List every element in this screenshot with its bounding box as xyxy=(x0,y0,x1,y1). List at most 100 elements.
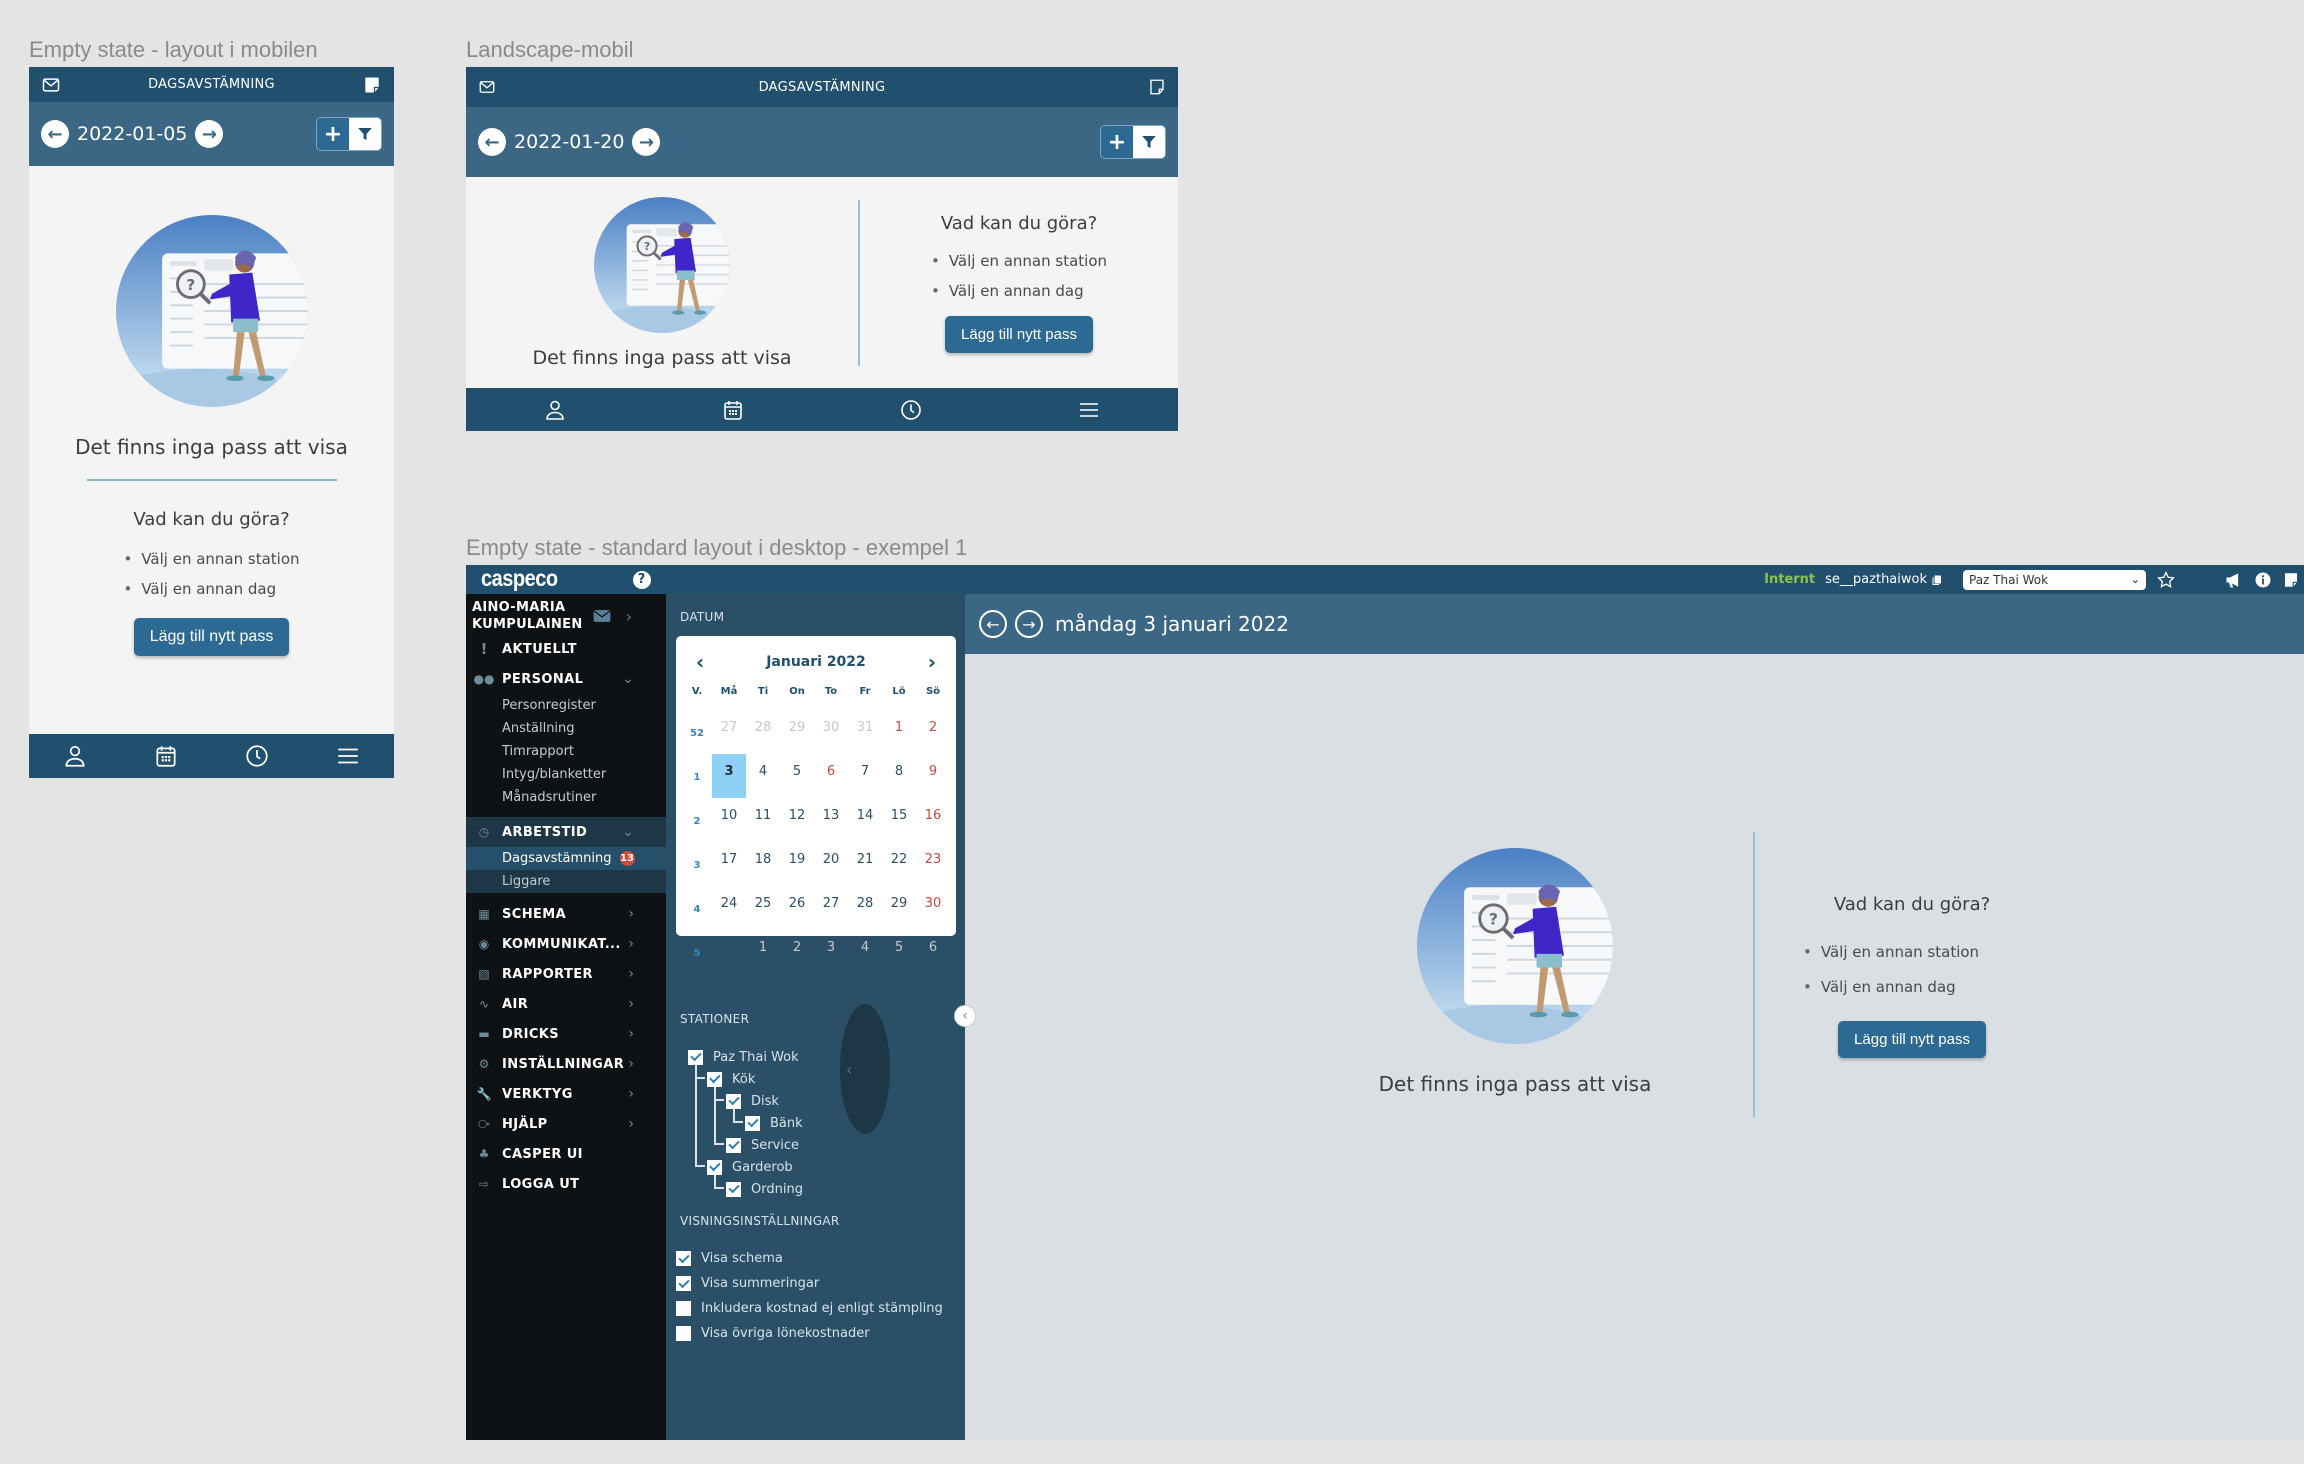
station-checkbox[interactable] xyxy=(707,1071,722,1087)
sidebar-subitem-manadsrutiner[interactable]: Månadsrutiner xyxy=(466,786,666,809)
previous-month-button[interactable]: ‹ xyxy=(696,650,704,674)
week-number[interactable]: 1 xyxy=(682,754,712,798)
messages-icon[interactable] xyxy=(592,606,612,626)
sidebar-item-kommunikation[interactable]: ◉ KOMMUNIKAT... › xyxy=(466,929,666,959)
sidebar-item-installningar[interactable]: ⚙ INSTÄLLNINGAR › xyxy=(466,1049,666,1079)
station-checkbox[interactable] xyxy=(726,1181,741,1197)
calendar-day[interactable]: 16 xyxy=(916,798,950,842)
megaphone-icon[interactable] xyxy=(2224,570,2244,590)
calendar-day[interactable]: 4 xyxy=(848,930,882,974)
sidebar-item-rapporter[interactable]: ▧ RAPPORTER › xyxy=(466,959,666,989)
info-icon[interactable] xyxy=(2254,571,2272,589)
caspeco-logo[interactable]: caspeco xyxy=(481,566,558,592)
sidebar-item-hjalp[interactable]: ⧂ HJÄLP › xyxy=(466,1109,666,1139)
mail-icon[interactable] xyxy=(478,78,496,96)
calendar-day[interactable]: 28 xyxy=(746,710,780,754)
calendar-icon[interactable] xyxy=(153,743,179,769)
calendar-day[interactable]: 9 xyxy=(916,754,950,798)
previous-day-button[interactable]: ← xyxy=(478,128,506,156)
calendar-day[interactable]: 18 xyxy=(746,842,780,886)
add-button[interactable]: + xyxy=(317,118,349,150)
clock-icon[interactable] xyxy=(244,743,270,769)
station-item[interactable]: Garderob xyxy=(688,1065,803,1178)
calendar-day[interactable]: 28 xyxy=(848,886,882,930)
station-checkbox[interactable] xyxy=(688,1049,703,1065)
calendar-day[interactable]: 1 xyxy=(882,710,916,754)
calendar-day[interactable]: 21 xyxy=(848,842,882,886)
calendar-day[interactable]: 27 xyxy=(712,710,746,754)
copy-icon[interactable] xyxy=(1931,574,1943,586)
view-setting-option[interactable]: Visa övriga lönekostnader xyxy=(676,1321,943,1346)
sidebar-subitem-liggare[interactable]: Liggare xyxy=(466,870,666,893)
previous-day-button[interactable]: ← xyxy=(41,120,69,148)
next-day-button[interactable]: → xyxy=(1015,610,1043,638)
sidebar-item-casper-ui[interactable]: ♣ CASPER UI xyxy=(466,1139,666,1169)
previous-day-button[interactable]: ← xyxy=(979,610,1007,638)
view-setting-option[interactable]: Visa schema xyxy=(676,1246,943,1271)
note-icon[interactable] xyxy=(1148,78,1166,96)
sidebar-subitem-anstallning[interactable]: Anställning xyxy=(466,717,666,740)
calendar-day[interactable]: 3 xyxy=(814,930,848,974)
menu-icon[interactable] xyxy=(1077,398,1101,422)
mail-icon[interactable] xyxy=(41,75,61,95)
calendar-day[interactable]: 29 xyxy=(882,886,916,930)
person-icon[interactable] xyxy=(543,398,567,422)
view-setting-checkbox[interactable] xyxy=(676,1326,691,1341)
sidebar-subitem-timrapport[interactable]: Timrapport xyxy=(466,740,666,763)
add-new-shift-button[interactable]: Lägg till nytt pass xyxy=(945,315,1093,353)
filter-panel-toggle[interactable]: ‹ xyxy=(954,1005,976,1027)
week-number[interactable]: 4 xyxy=(682,886,712,930)
chevron-right-icon[interactable]: › xyxy=(626,607,632,626)
week-number[interactable]: 3 xyxy=(682,842,712,886)
sidebar-item-dricks[interactable]: ▬ DRICKS › xyxy=(466,1019,666,1049)
calendar-day[interactable]: 2 xyxy=(916,710,950,754)
calendar-day[interactable]: 6 xyxy=(916,930,950,974)
star-icon[interactable] xyxy=(2156,570,2176,590)
calendar-day[interactable]: 24 xyxy=(712,886,746,930)
sidebar-subitem-dagsavstamning[interactable]: Dagsavstämning 13 xyxy=(466,847,666,870)
sidebar-item-aktuellt[interactable]: ! AKTUELLT xyxy=(466,634,666,664)
calendar-day[interactable]: 7 xyxy=(848,754,882,798)
view-setting-option[interactable]: Visa summeringar xyxy=(676,1271,943,1296)
station-item[interactable]: Paz Thai Wok xyxy=(688,1046,803,1068)
calendar-day[interactable]: 31 xyxy=(712,930,746,974)
calendar-day[interactable]: 29 xyxy=(780,710,814,754)
note-icon[interactable] xyxy=(2282,571,2300,589)
sidebar-item-arbetstid[interactable]: ◷ ARBETSTID ⌄ xyxy=(466,817,666,847)
view-setting-option[interactable]: Inkludera kostnad ej enligt stämpling xyxy=(676,1296,943,1321)
menu-icon[interactable] xyxy=(335,743,361,769)
calendar-day[interactable]: 27 xyxy=(814,886,848,930)
station-checkbox[interactable] xyxy=(726,1093,741,1109)
calendar-day[interactable]: 10 xyxy=(712,798,746,842)
note-icon[interactable] xyxy=(362,75,382,95)
station-checkbox[interactable] xyxy=(707,1159,722,1175)
calendar-day[interactable]: 30 xyxy=(814,710,848,754)
calendar-day[interactable]: 12 xyxy=(780,798,814,842)
calendar-day[interactable]: 25 xyxy=(746,886,780,930)
station-item[interactable]: Disk xyxy=(688,1087,803,1112)
clock-icon[interactable] xyxy=(899,398,923,422)
calendar-day[interactable]: 11 xyxy=(746,798,780,842)
week-number[interactable]: 52 xyxy=(682,710,712,754)
person-icon[interactable] xyxy=(62,743,88,769)
calendar-day[interactable]: 5 xyxy=(882,930,916,974)
calendar-day[interactable]: 14 xyxy=(848,798,882,842)
calendar-day[interactable]: 8 xyxy=(882,754,916,798)
sidebar-item-logga-ut[interactable]: ⇨ LOGGA UT xyxy=(466,1169,666,1199)
calendar-day[interactable]: 4 xyxy=(746,754,780,798)
add-new-shift-button[interactable]: Lägg till nytt pass xyxy=(1838,1021,1986,1058)
filter-button[interactable] xyxy=(349,118,381,150)
calendar-day[interactable]: 17 xyxy=(712,842,746,886)
add-button[interactable]: + xyxy=(1101,126,1133,158)
calendar-day[interactable]: 30 xyxy=(916,886,950,930)
restaurant-select[interactable]: Paz Thai Wok ⌄ xyxy=(1963,569,2146,590)
help-icon[interactable]: ? xyxy=(632,570,651,589)
calendar-day[interactable]: 2 xyxy=(780,930,814,974)
calendar-day[interactable]: 23 xyxy=(916,842,950,886)
calendar-day[interactable]: 19 xyxy=(780,842,814,886)
calendar-day[interactable]: 6 xyxy=(814,754,848,798)
calendar-day[interactable]: 22 xyxy=(882,842,916,886)
calendar-day[interactable]: 5 xyxy=(780,754,814,798)
sidebar-item-personal[interactable]: ●● PERSONAL ⌄ xyxy=(466,664,666,694)
view-setting-checkbox[interactable] xyxy=(676,1251,691,1266)
